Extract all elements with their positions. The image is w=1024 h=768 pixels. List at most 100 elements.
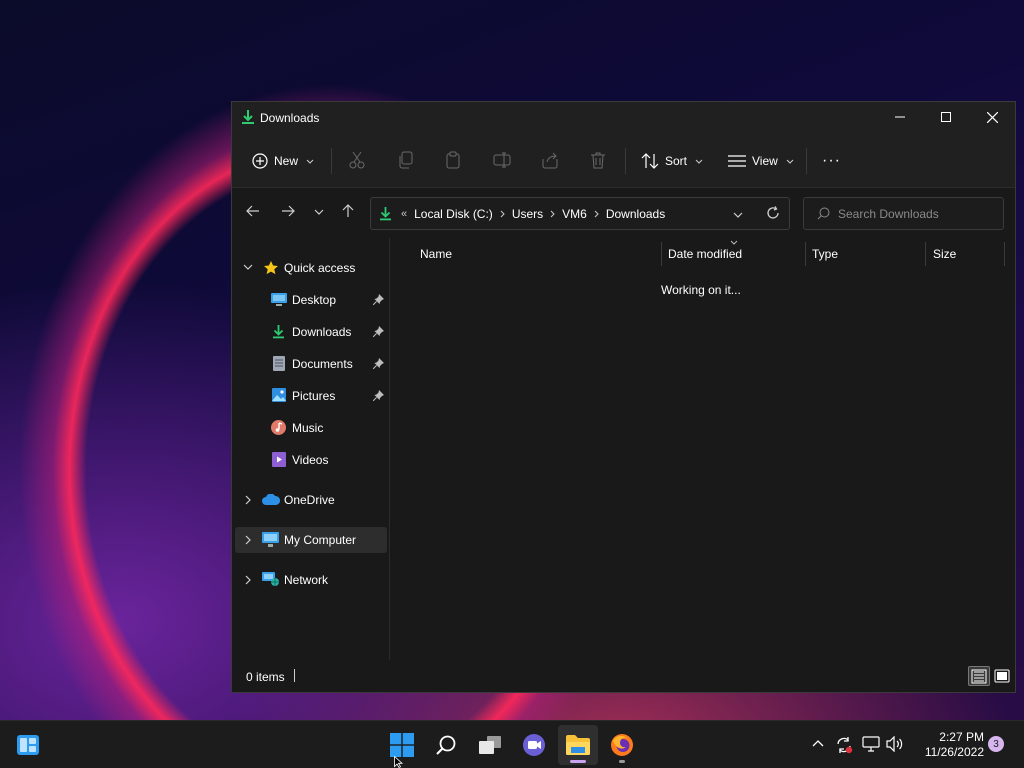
copy-icon[interactable] xyxy=(398,151,414,169)
address-bar[interactable]: « Local Disk (C:) Users VM6 Downloads xyxy=(370,197,790,230)
chevron-right-icon xyxy=(594,210,599,218)
show-hidden-icons-button[interactable] xyxy=(812,739,824,747)
nav-label: Quick access xyxy=(284,261,356,275)
title-bar[interactable]: Downloads xyxy=(232,102,1015,134)
nav-videos[interactable]: Videos xyxy=(235,447,387,473)
computer-icon xyxy=(262,532,279,547)
column-divider[interactable] xyxy=(925,242,926,266)
refresh-button[interactable] xyxy=(766,206,780,220)
column-header-size[interactable]: Size xyxy=(933,247,956,261)
toolbar-separator xyxy=(806,148,807,174)
firefox-button[interactable] xyxy=(602,725,642,765)
nav-label: My Computer xyxy=(284,533,357,547)
sort-icon xyxy=(641,153,659,169)
breadcrumb-vm6[interactable]: VM6 xyxy=(562,207,587,221)
recent-locations-button[interactable] xyxy=(314,209,324,215)
view-label: View xyxy=(752,154,778,168)
breadcrumb-users[interactable]: Users xyxy=(512,207,543,221)
close-button[interactable] xyxy=(969,102,1015,132)
nav-quick-access[interactable]: Quick access xyxy=(235,255,387,281)
widgets-button[interactable] xyxy=(8,725,48,765)
file-explorer-taskbar-button[interactable] xyxy=(558,725,598,765)
breadcrumb-local-disk[interactable]: Local Disk (C:) xyxy=(414,207,493,221)
column-header-type[interactable]: Type xyxy=(812,247,838,261)
teams-chat-button[interactable] xyxy=(514,725,554,765)
sort-button[interactable]: Sort xyxy=(641,147,703,175)
status-separator xyxy=(294,669,295,682)
address-dropdown-button[interactable] xyxy=(733,208,743,218)
breadcrumb-overflow[interactable]: « xyxy=(401,208,407,220)
nav-downloads[interactable]: Downloads xyxy=(235,319,387,345)
nav-music[interactable]: Music xyxy=(235,415,387,441)
pin-icon xyxy=(373,390,384,401)
pin-icon xyxy=(373,294,384,305)
view-button[interactable]: View xyxy=(728,147,794,175)
maximize-button[interactable] xyxy=(923,102,969,132)
task-view-button[interactable] xyxy=(470,725,510,765)
nav-network[interactable]: Network xyxy=(235,567,387,593)
large-icons-view-button[interactable] xyxy=(992,666,1012,686)
close-icon xyxy=(986,111,998,123)
search-input[interactable] xyxy=(838,204,998,224)
volume-icon[interactable] xyxy=(886,736,904,752)
up-button[interactable] xyxy=(342,204,354,218)
sort-label: Sort xyxy=(665,154,688,168)
notification-badge[interactable]: 3 xyxy=(988,736,1004,752)
sort-caret-icon xyxy=(730,240,738,245)
share-icon[interactable] xyxy=(541,151,559,169)
item-count: 0 items xyxy=(246,670,285,684)
command-bar: New Sort View ··· xyxy=(232,134,1015,188)
chevron-right-icon xyxy=(550,210,555,218)
minimize-icon xyxy=(895,116,905,118)
column-header-name[interactable]: Name xyxy=(420,247,452,261)
nav-onedrive[interactable]: OneDrive xyxy=(235,487,387,513)
cut-icon[interactable] xyxy=(349,151,365,169)
rename-icon[interactable] xyxy=(493,151,511,169)
nav-label: Network xyxy=(284,573,329,587)
address-row: « Local Disk (C:) Users VM6 Downloads xyxy=(232,188,1015,238)
breadcrumb-downloads[interactable]: Downloads xyxy=(606,207,665,221)
chevron-down-icon xyxy=(306,159,314,164)
nav-label: Desktop xyxy=(292,293,337,307)
more-options-button[interactable]: ··· xyxy=(822,147,841,175)
clock[interactable]: 2:27 PM 11/26/2022 xyxy=(912,730,984,760)
firefox-icon xyxy=(611,734,633,756)
details-view-button[interactable] xyxy=(968,666,990,686)
nav-desktop[interactable]: Desktop xyxy=(235,287,387,313)
nav-documents[interactable]: Documents xyxy=(235,351,387,377)
widgets-icon xyxy=(17,735,39,755)
minimize-button[interactable] xyxy=(877,102,923,132)
chevron-up-icon xyxy=(812,740,824,747)
back-button[interactable] xyxy=(246,205,260,217)
forward-button[interactable] xyxy=(281,205,295,217)
new-button[interactable]: New xyxy=(252,147,314,175)
file-list[interactable]: Name Date modified Type Size Working on … xyxy=(390,238,1015,662)
clock-date: 11/26/2022 xyxy=(924,745,984,759)
pin-icon xyxy=(373,326,384,337)
nav-label: Videos xyxy=(292,453,329,467)
folder-icon xyxy=(566,735,590,755)
column-divider[interactable] xyxy=(805,242,806,266)
delete-icon[interactable] xyxy=(590,151,606,169)
file-explorer-window: Downloads New Sort View ··· « Local Disk… xyxy=(231,101,1016,693)
chevron-right-icon xyxy=(500,210,505,218)
star-icon xyxy=(264,261,278,275)
nav-my-computer[interactable]: My Computer xyxy=(235,527,387,553)
large-icons-view-icon xyxy=(994,669,1010,683)
refresh-icon xyxy=(767,206,779,219)
nav-label: Music xyxy=(292,421,324,435)
search-box[interactable] xyxy=(803,197,1004,230)
column-divider[interactable] xyxy=(661,242,662,266)
paste-icon[interactable] xyxy=(445,151,461,169)
nav-label: OneDrive xyxy=(284,493,335,507)
pin-icon xyxy=(373,358,384,369)
column-divider[interactable] xyxy=(1004,242,1005,266)
toolbar-separator xyxy=(625,148,626,174)
sync-status-icon[interactable] xyxy=(835,736,853,754)
column-header-date-modified[interactable]: Date modified xyxy=(668,247,742,261)
nav-pictures[interactable]: Pictures xyxy=(235,383,387,409)
network-status-icon[interactable] xyxy=(862,736,880,752)
search-button[interactable] xyxy=(426,725,466,765)
nav-label: Downloads xyxy=(292,325,352,339)
arrow-right-icon xyxy=(282,205,295,217)
